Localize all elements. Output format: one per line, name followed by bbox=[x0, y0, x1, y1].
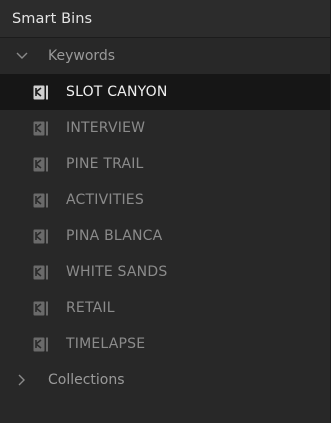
smart-bin-icon bbox=[33, 85, 51, 100]
list-item[interactable]: INTERVIEW bbox=[0, 110, 330, 146]
smart-bin-icon bbox=[33, 229, 51, 244]
bin-label: ACTIVITIES bbox=[66, 192, 144, 208]
bin-label: PINA BLANCA bbox=[66, 228, 163, 244]
smart-bin-icon bbox=[33, 301, 51, 316]
list-item[interactable]: PINA BLANCA bbox=[0, 218, 330, 254]
smart-bin-icon bbox=[33, 265, 51, 280]
bin-label: SLOT CANYON bbox=[66, 84, 168, 100]
bin-label: WHITE SANDS bbox=[66, 264, 168, 280]
panel-header: Smart Bins bbox=[0, 0, 330, 38]
list-item[interactable]: ACTIVITIES bbox=[0, 182, 330, 218]
keywords-list: SLOT CANYON INTERVIEW PINE TRAIL ACTIVIT… bbox=[0, 74, 330, 362]
group-keywords-label: Keywords bbox=[48, 48, 116, 64]
list-item[interactable]: TIMELAPSE bbox=[0, 326, 330, 362]
list-item[interactable]: RETAIL bbox=[0, 290, 330, 326]
chevron-right-icon[interactable] bbox=[14, 372, 30, 388]
bin-label: TIMELAPSE bbox=[66, 336, 146, 352]
group-collections[interactable]: Collections bbox=[0, 362, 330, 398]
smart-bin-icon bbox=[33, 121, 51, 136]
chevron-down-icon[interactable] bbox=[14, 48, 30, 64]
group-keywords[interactable]: Keywords bbox=[0, 38, 330, 74]
bin-label: PINE TRAIL bbox=[66, 156, 144, 172]
list-item[interactable]: PINE TRAIL bbox=[0, 146, 330, 182]
panel-title: Smart Bins bbox=[12, 10, 93, 27]
bin-label: INTERVIEW bbox=[66, 120, 146, 136]
smart-bin-icon bbox=[33, 193, 51, 208]
smart-bin-icon bbox=[33, 337, 51, 352]
smart-bins-panel: Smart Bins Keywords SLOT CANYON INTERVIE… bbox=[0, 0, 331, 423]
smart-bin-icon bbox=[33, 157, 51, 172]
group-collections-label: Collections bbox=[48, 372, 125, 388]
list-item[interactable]: WHITE SANDS bbox=[0, 254, 330, 290]
bin-label: RETAIL bbox=[66, 300, 115, 316]
list-item-selected[interactable]: SLOT CANYON bbox=[0, 74, 330, 110]
